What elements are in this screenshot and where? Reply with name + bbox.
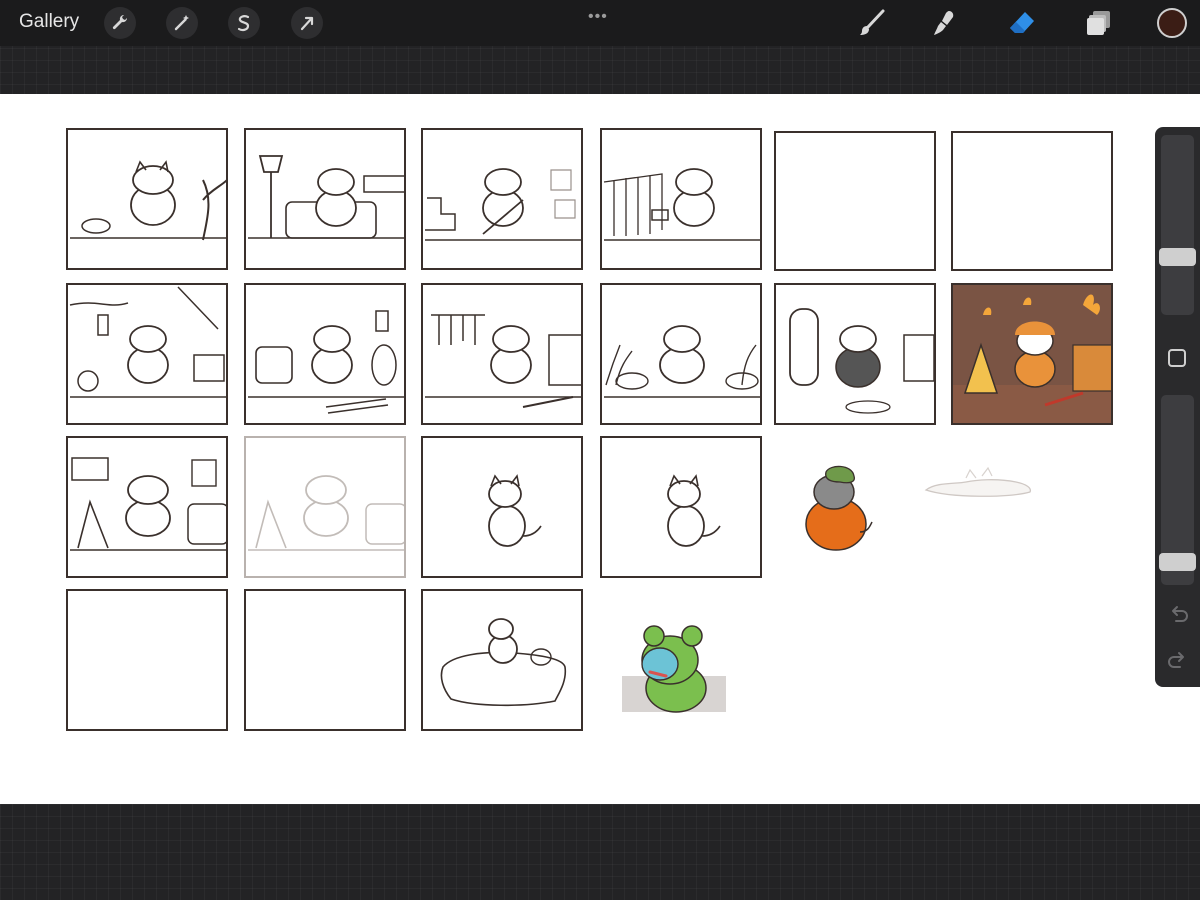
transform-button[interactable]	[291, 7, 323, 39]
comic-panel	[421, 128, 583, 270]
panel-sketch	[425, 314, 581, 408]
cloud-puddle	[924, 466, 1032, 497]
comic-panel	[600, 283, 762, 425]
panel-sketch	[248, 310, 404, 414]
brush-icon	[860, 9, 885, 35]
comic-panel-faded	[244, 436, 406, 578]
empty-panel	[244, 589, 406, 731]
comic-panel	[600, 436, 762, 578]
comic-panel	[774, 283, 936, 425]
panel-sketch	[70, 457, 226, 551]
comic-panel	[600, 128, 762, 270]
comic-panel	[244, 128, 406, 270]
panel-sketch	[69, 286, 226, 398]
pumpkin-hoodie-character	[805, 465, 873, 551]
undo-icon[interactable]	[1167, 603, 1189, 625]
modify-button[interactable]	[1168, 349, 1186, 367]
panel-illustration	[953, 285, 1111, 423]
color-picker-button[interactable]	[1157, 8, 1187, 38]
comic-panel	[66, 128, 228, 270]
eraser-icon	[1010, 12, 1034, 33]
comic-panel	[66, 436, 228, 578]
transform-arrow-icon	[300, 16, 314, 31]
toolbar: Gallery •••	[0, 0, 1200, 46]
comic-panel	[421, 283, 583, 425]
selection-button[interactable]	[228, 7, 260, 39]
opacity-slider[interactable]	[1159, 395, 1196, 585]
panel-sketch	[248, 475, 404, 551]
brush-button[interactable]	[856, 7, 888, 39]
drawing-canvas[interactable]	[0, 94, 1200, 804]
layers-button[interactable]	[1083, 7, 1115, 39]
more-options-icon[interactable]: •••	[588, 8, 608, 26]
magic-wand-icon	[174, 15, 189, 31]
comic-panel	[244, 283, 406, 425]
empty-panel	[66, 589, 228, 731]
panel-sketch	[789, 308, 934, 414]
panel-sketch	[603, 168, 760, 241]
panel-character	[488, 474, 542, 547]
panel-character	[667, 474, 721, 547]
panel-sketch	[70, 160, 226, 241]
empty-panel	[774, 131, 936, 271]
brush-size-thumb[interactable]	[1159, 248, 1196, 266]
panel-sketch	[440, 618, 567, 707]
actions-button[interactable]	[104, 7, 136, 39]
smudge-button[interactable]	[928, 7, 960, 39]
frog-hoodie-character	[622, 625, 726, 713]
empty-panel	[951, 131, 1113, 271]
redo-icon[interactable]	[1167, 649, 1189, 671]
opacity-thumb[interactable]	[1159, 553, 1196, 571]
wrench-icon	[112, 14, 128, 30]
comic-panel	[421, 436, 583, 578]
colored-panel	[951, 283, 1113, 425]
side-controls	[1155, 127, 1200, 687]
comic-panel	[66, 283, 228, 425]
brush-size-slider[interactable]	[1159, 135, 1196, 315]
eraser-button[interactable]	[1006, 7, 1038, 39]
selection-icon	[237, 15, 250, 32]
smudge-icon	[934, 11, 954, 35]
adjustments-button[interactable]	[166, 7, 198, 39]
panel-sketch	[248, 155, 404, 239]
gallery-button[interactable]: Gallery	[19, 11, 79, 33]
panel-sketch	[604, 325, 760, 398]
panel-sketch	[425, 168, 581, 241]
layers-icon	[1087, 11, 1110, 35]
comic-panel	[421, 589, 583, 731]
